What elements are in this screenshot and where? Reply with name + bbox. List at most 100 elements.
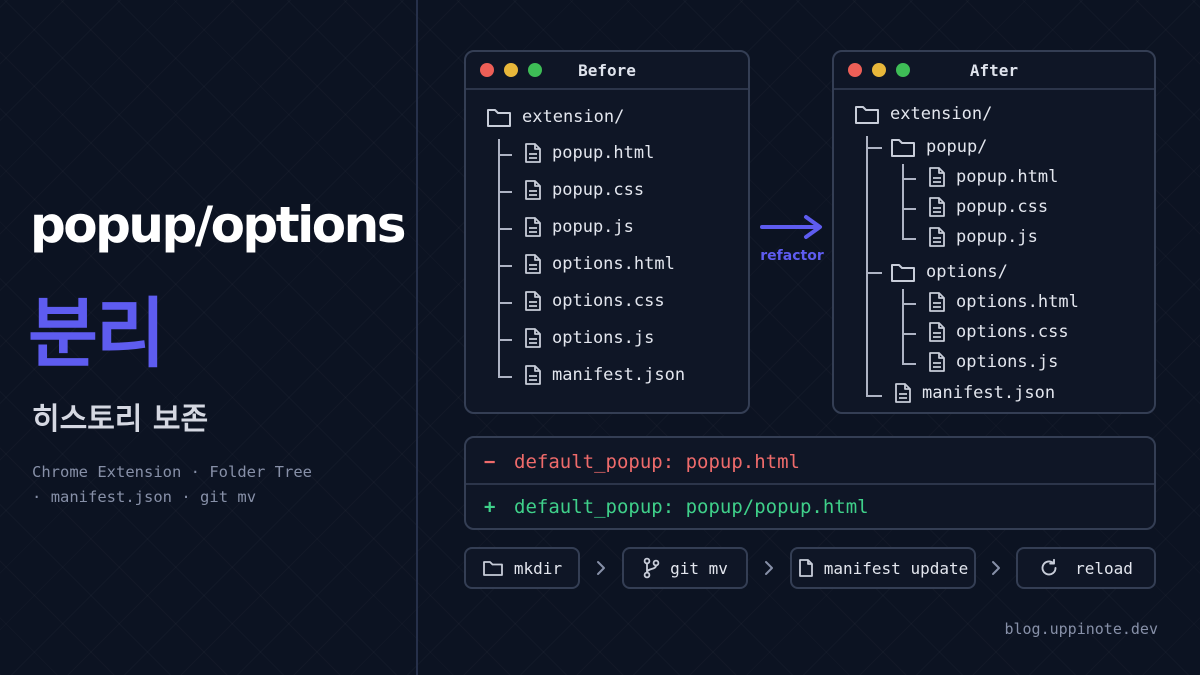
file-icon — [524, 364, 542, 386]
diff-removed-text: default_popup: popup.html — [514, 451, 800, 473]
folder-icon — [854, 103, 880, 125]
tag: git mv — [200, 488, 257, 506]
before-folder-tree: extension/ popup.html popup.css popup.js… — [466, 52, 748, 412]
tree-file: options.js — [928, 351, 1058, 373]
chevron-right-icon — [763, 558, 775, 578]
tree-line — [498, 228, 512, 230]
tree-file: options.html — [524, 253, 675, 275]
tree-folder: popup/ — [890, 136, 987, 158]
folder-icon — [486, 106, 512, 128]
folder-label: extension/ — [890, 104, 993, 124]
tag: Folder Tree — [209, 463, 312, 481]
diff-separator — [466, 483, 1154, 485]
tag-separator: · — [32, 488, 42, 506]
file-label: manifest.json — [552, 365, 686, 385]
file-icon — [524, 142, 542, 164]
after-folder-tree: extension/ popup/ popup.html popup.css p… — [834, 52, 1154, 412]
file-icon — [928, 291, 946, 313]
tree-file: popup.js — [524, 216, 634, 238]
tree-file: options.css — [524, 290, 665, 312]
file-label: options.css — [956, 322, 1069, 342]
tree-file: options.html — [928, 291, 1079, 313]
hero-panel: popup/options 분리 히스토리 보존 Chrome Extensio… — [0, 0, 416, 675]
chevron-right-icon — [990, 558, 1002, 578]
file-label: popup.html — [956, 167, 1059, 187]
tree-line — [902, 164, 904, 240]
tree-file: manifest.json — [894, 382, 1055, 404]
tree-line — [866, 147, 882, 149]
diff-minus-sign: − — [484, 451, 496, 473]
folder-icon — [482, 559, 504, 577]
step-manifest-update: manifest update — [790, 547, 976, 589]
refresh-icon — [1039, 558, 1059, 578]
file-icon — [524, 290, 542, 312]
tree-line — [902, 289, 904, 365]
file-label: popup.js — [552, 217, 634, 237]
chevron-right-icon — [595, 558, 607, 578]
tree-folder: extension/ — [854, 103, 992, 125]
file-icon — [928, 226, 946, 248]
file-icon — [928, 321, 946, 343]
tree-line — [498, 339, 512, 341]
tree-file: options.css — [928, 321, 1069, 343]
tree-line — [498, 139, 500, 377]
step-label: reload — [1075, 558, 1133, 578]
tree-folder: extension/ — [486, 106, 624, 128]
step-label: git mv — [670, 558, 728, 578]
tree-line — [902, 208, 916, 210]
file-icon — [524, 179, 542, 201]
file-icon — [524, 253, 542, 275]
step-git-mv: git mv — [622, 547, 748, 589]
folder-label: popup/ — [926, 137, 988, 157]
tree-line — [902, 363, 916, 365]
file-label: manifest.json — [922, 383, 1056, 403]
tag: Chrome Extension — [32, 463, 182, 481]
file-icon — [928, 196, 946, 218]
panel-divider — [416, 0, 418, 675]
tree-file: options.js — [524, 327, 654, 349]
hero-title: popup/options — [30, 196, 406, 254]
tree-line — [498, 191, 512, 193]
tree-line — [498, 302, 512, 304]
hero-subtitle: 히스토리 보존 — [32, 402, 209, 437]
before-window: Before extension/ popup.html popup.css p… — [464, 50, 750, 414]
step-reload: reload — [1016, 547, 1156, 589]
file-label: options.js — [552, 328, 655, 348]
tree-line — [498, 376, 512, 378]
tree-line — [902, 178, 916, 180]
git-branch-icon — [642, 557, 660, 579]
file-icon — [798, 558, 814, 578]
manifest-diff: − default_popup: popup.html + default_popu… — [464, 436, 1156, 530]
tree-file: popup.js — [928, 226, 1038, 248]
tag-separator: · — [190, 463, 200, 481]
diff-added-text: default_popup: popup/popup.html — [514, 496, 869, 518]
hero-tags: Chrome Extension · Folder Tree · manifes… — [32, 460, 372, 510]
tree-folder: options/ — [890, 261, 1008, 283]
tree-line — [902, 303, 916, 305]
after-window: After extension/ popup/ popup.html popup… — [832, 50, 1156, 414]
tree-line — [498, 154, 512, 156]
file-label: options.html — [552, 254, 675, 274]
tree-line — [902, 238, 916, 240]
folder-icon — [890, 136, 916, 158]
folder-icon — [890, 261, 916, 283]
file-label: popup.css — [552, 180, 645, 200]
footer-url: blog.uppinote.dev — [1004, 620, 1158, 638]
file-icon — [894, 382, 912, 404]
tree-line — [902, 333, 916, 335]
file-label: options.css — [552, 291, 665, 311]
step-label: mkdir — [513, 558, 563, 578]
file-label: options.js — [956, 352, 1059, 372]
tree-line — [866, 136, 868, 396]
tag-separator: · — [181, 488, 191, 506]
diff-plus-sign: + — [484, 496, 496, 518]
folder-label: extension/ — [522, 107, 625, 127]
tree-line — [866, 272, 882, 274]
tree-line — [498, 265, 512, 267]
diff-removed-line: − default_popup: popup.html — [484, 451, 800, 473]
file-icon — [524, 327, 542, 349]
tree-file: popup.html — [928, 166, 1058, 188]
file-label: popup.js — [956, 227, 1038, 247]
file-label: options.html — [956, 292, 1079, 312]
hero-title-accent: 분리 — [28, 289, 166, 378]
